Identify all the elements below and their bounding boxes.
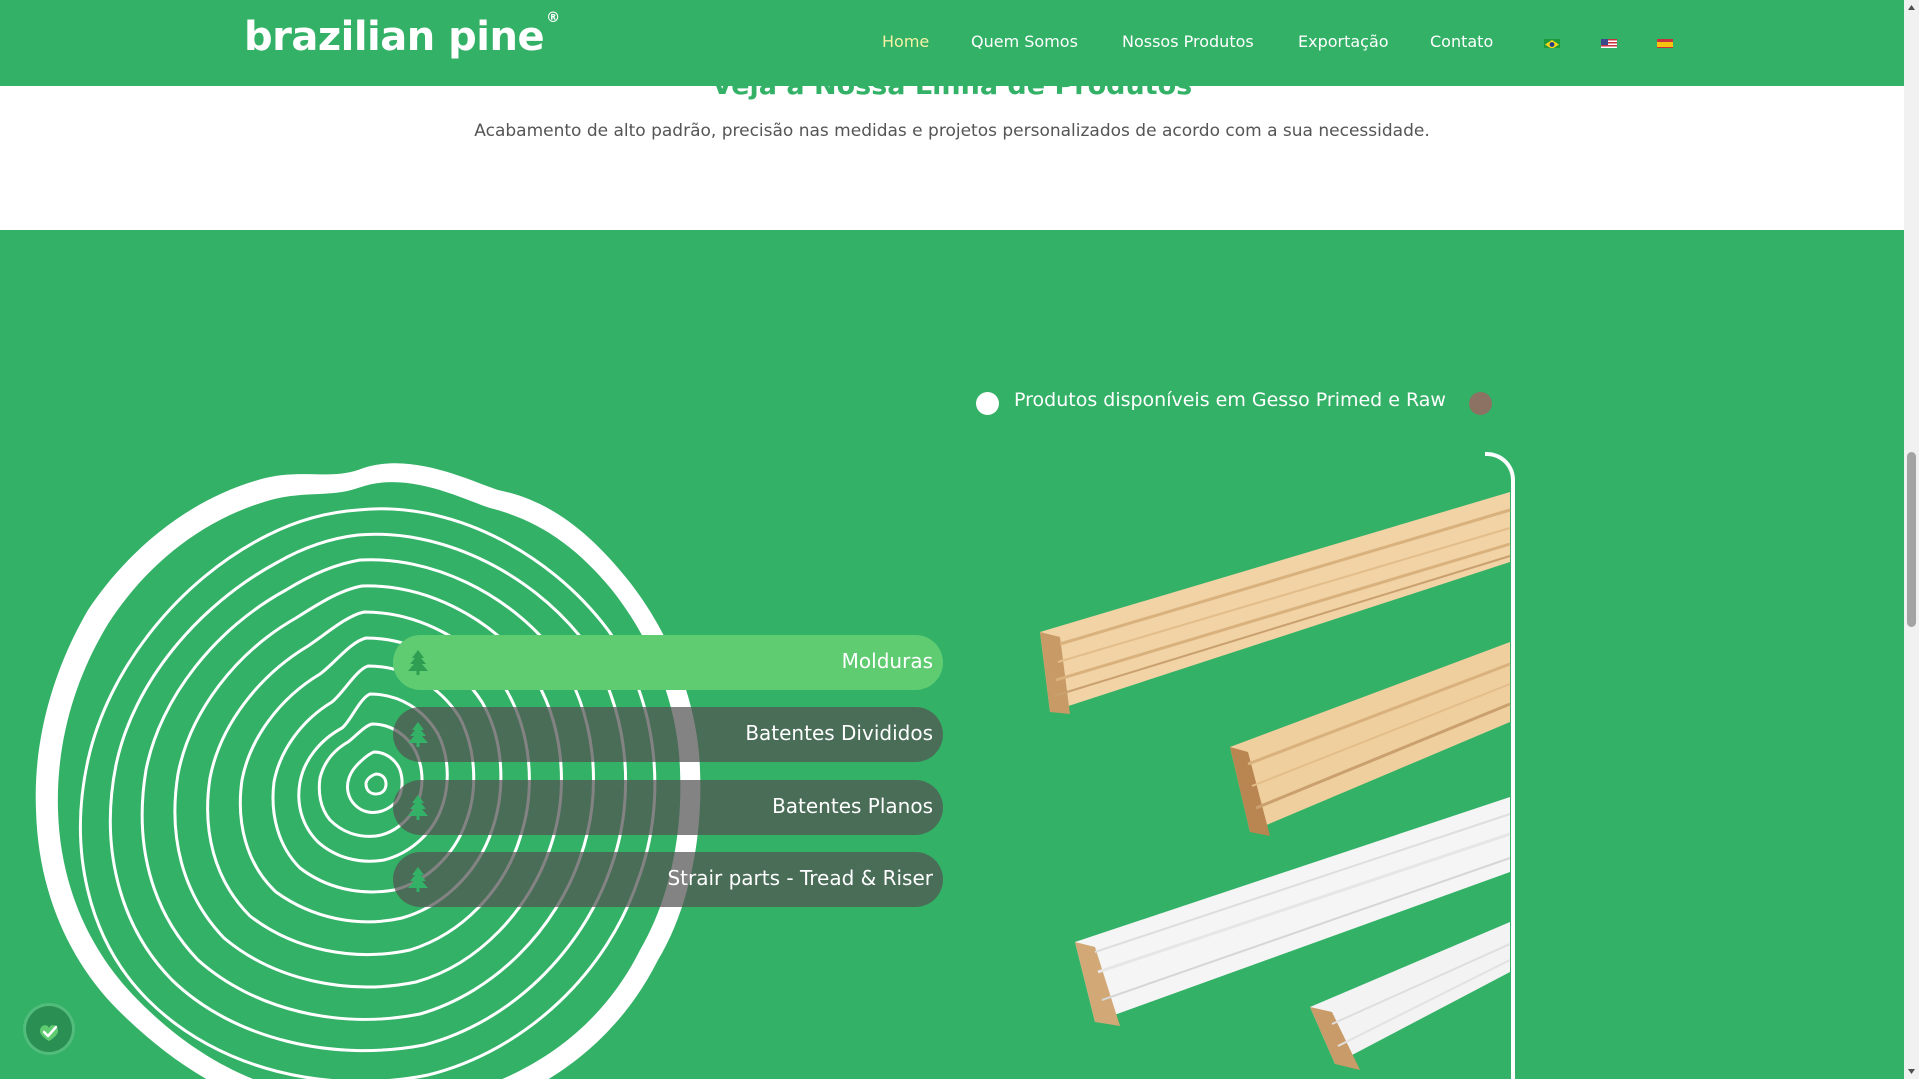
- product-item-label: Strair parts - Tread & Riser: [667, 866, 933, 890]
- product-item-stair-parts[interactable]: Strair parts - Tread & Riser: [393, 852, 943, 907]
- page-scrollbar[interactable]: [1904, 0, 1919, 1079]
- main-nav: Home Quem Somos Nossos Produtos Exportaç…: [0, 32, 1904, 54]
- pine-tree-icon: [408, 722, 428, 747]
- product-item-batentes-planos[interactable]: Batentes Planos: [393, 780, 943, 835]
- brazil-flag-icon[interactable]: [1544, 37, 1560, 48]
- registered-mark: ®: [546, 9, 560, 26]
- nav-exportacao[interactable]: Exportação: [1298, 32, 1389, 51]
- scrollbar-thumb[interactable]: [1907, 452, 1916, 627]
- site-header: brazilian pine ® Home Quem Somos Nossos P…: [0, 0, 1904, 86]
- product-item-batentes-divididos[interactable]: Batentes Divididos: [393, 707, 943, 762]
- accessibility-button[interactable]: [26, 1006, 72, 1052]
- availability-text: Produtos disponíveis em Gesso Primed e R…: [1014, 389, 1446, 411]
- nav-quem-somos[interactable]: Quem Somos: [971, 32, 1078, 51]
- gesso-primed-swatch[interactable]: [976, 392, 999, 415]
- usa-flag-icon[interactable]: [1601, 37, 1617, 48]
- scroll-down-arrow-icon[interactable]: [1904, 1064, 1919, 1079]
- product-item-label: Batentes Divididos: [745, 721, 933, 745]
- product-image-panel: [980, 452, 1515, 1079]
- products-section: Molduras Batentes Divididos Batentes Pla…: [0, 230, 1904, 1079]
- accessibility-icon: [40, 1025, 58, 1041]
- nav-contato[interactable]: Contato: [1430, 32, 1493, 51]
- pine-tree-icon: [408, 867, 428, 892]
- spain-flag-icon[interactable]: [1657, 37, 1673, 48]
- pine-tree-icon: [408, 795, 428, 820]
- product-item-label: Batentes Planos: [772, 794, 933, 818]
- nav-nossos-produtos[interactable]: Nossos Produtos: [1122, 32, 1254, 51]
- nav-home[interactable]: Home: [882, 32, 929, 51]
- pine-tree-icon: [408, 650, 428, 675]
- panel-corner: [1485, 452, 1511, 480]
- moldings-product-image: [1040, 492, 1511, 1070]
- product-item-molduras[interactable]: Molduras: [393, 635, 943, 690]
- raw-swatch[interactable]: [1469, 392, 1492, 415]
- scroll-up-arrow-icon[interactable]: [1904, 0, 1919, 15]
- section-subtitle: Acabamento de alto padrão, precisão nas …: [474, 121, 1430, 141]
- product-item-label: Molduras: [841, 649, 933, 673]
